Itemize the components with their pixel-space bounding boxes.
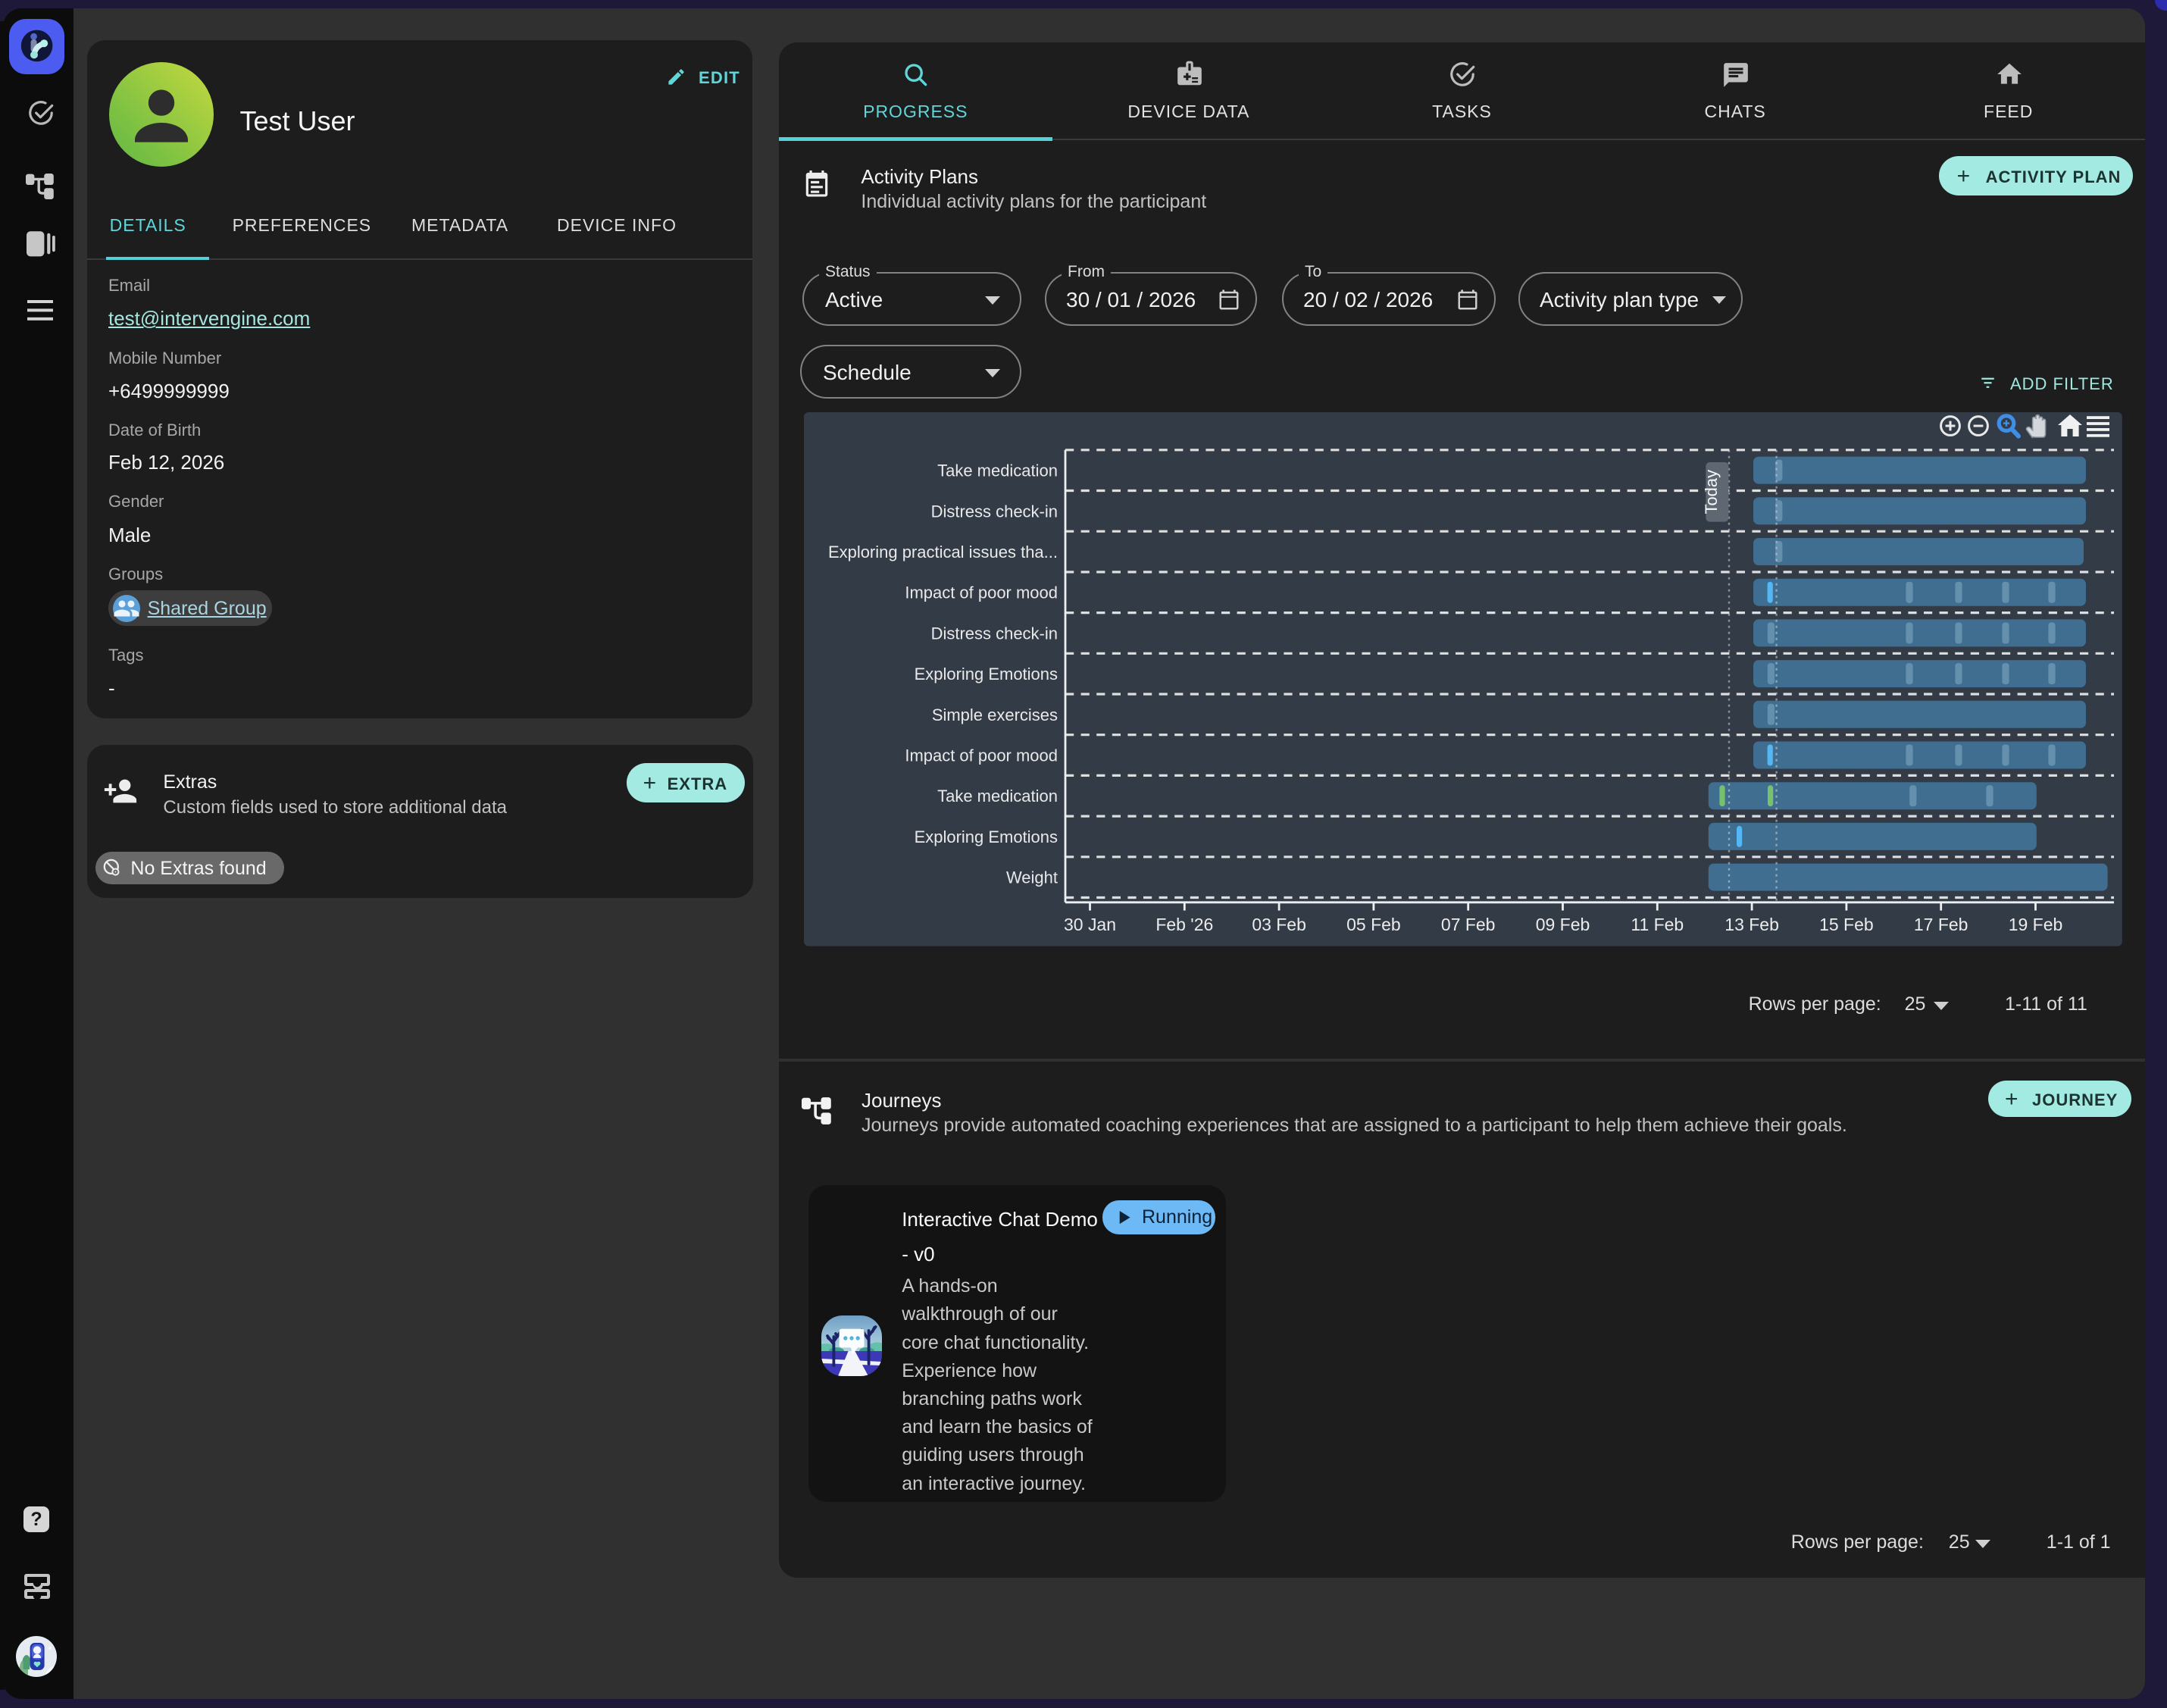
svg-text:Distress check-in: Distress check-in xyxy=(931,502,1058,521)
svg-text:Exploring Emotions: Exploring Emotions xyxy=(915,665,1058,684)
svg-text:30 Jan: 30 Jan xyxy=(1064,915,1116,934)
svg-text:15 Feb: 15 Feb xyxy=(1819,915,1874,934)
svg-text:05 Feb: 05 Feb xyxy=(1346,915,1401,934)
svg-text:Take medication: Take medication xyxy=(937,461,1058,480)
svg-text:03 Feb: 03 Feb xyxy=(1252,915,1306,934)
svg-text:09 Feb: 09 Feb xyxy=(1536,915,1590,934)
svg-text:Distress check-in: Distress check-in xyxy=(931,624,1058,643)
svg-text:Exploring Emotions: Exploring Emotions xyxy=(915,827,1058,846)
svg-text:13 Feb: 13 Feb xyxy=(1725,915,1779,934)
svg-text:07 Feb: 07 Feb xyxy=(1441,915,1496,934)
svg-text:Today: Today xyxy=(1702,470,1721,515)
svg-text:Weight: Weight xyxy=(1006,868,1058,887)
svg-text:Take medication: Take medication xyxy=(937,787,1058,806)
svg-text:Simple exercises: Simple exercises xyxy=(932,705,1058,724)
svg-text:11 Feb: 11 Feb xyxy=(1631,915,1684,934)
svg-text:Impact of poor mood: Impact of poor mood xyxy=(905,583,1058,602)
svg-text:19 Feb: 19 Feb xyxy=(2009,915,2063,934)
svg-text:Exploring practical issues tha: Exploring practical issues tha... xyxy=(828,543,1058,562)
svg-text:Feb '26: Feb '26 xyxy=(1155,915,1213,934)
svg-text:Impact of poor mood: Impact of poor mood xyxy=(905,746,1058,765)
svg-text:17 Feb: 17 Feb xyxy=(1914,915,1968,934)
